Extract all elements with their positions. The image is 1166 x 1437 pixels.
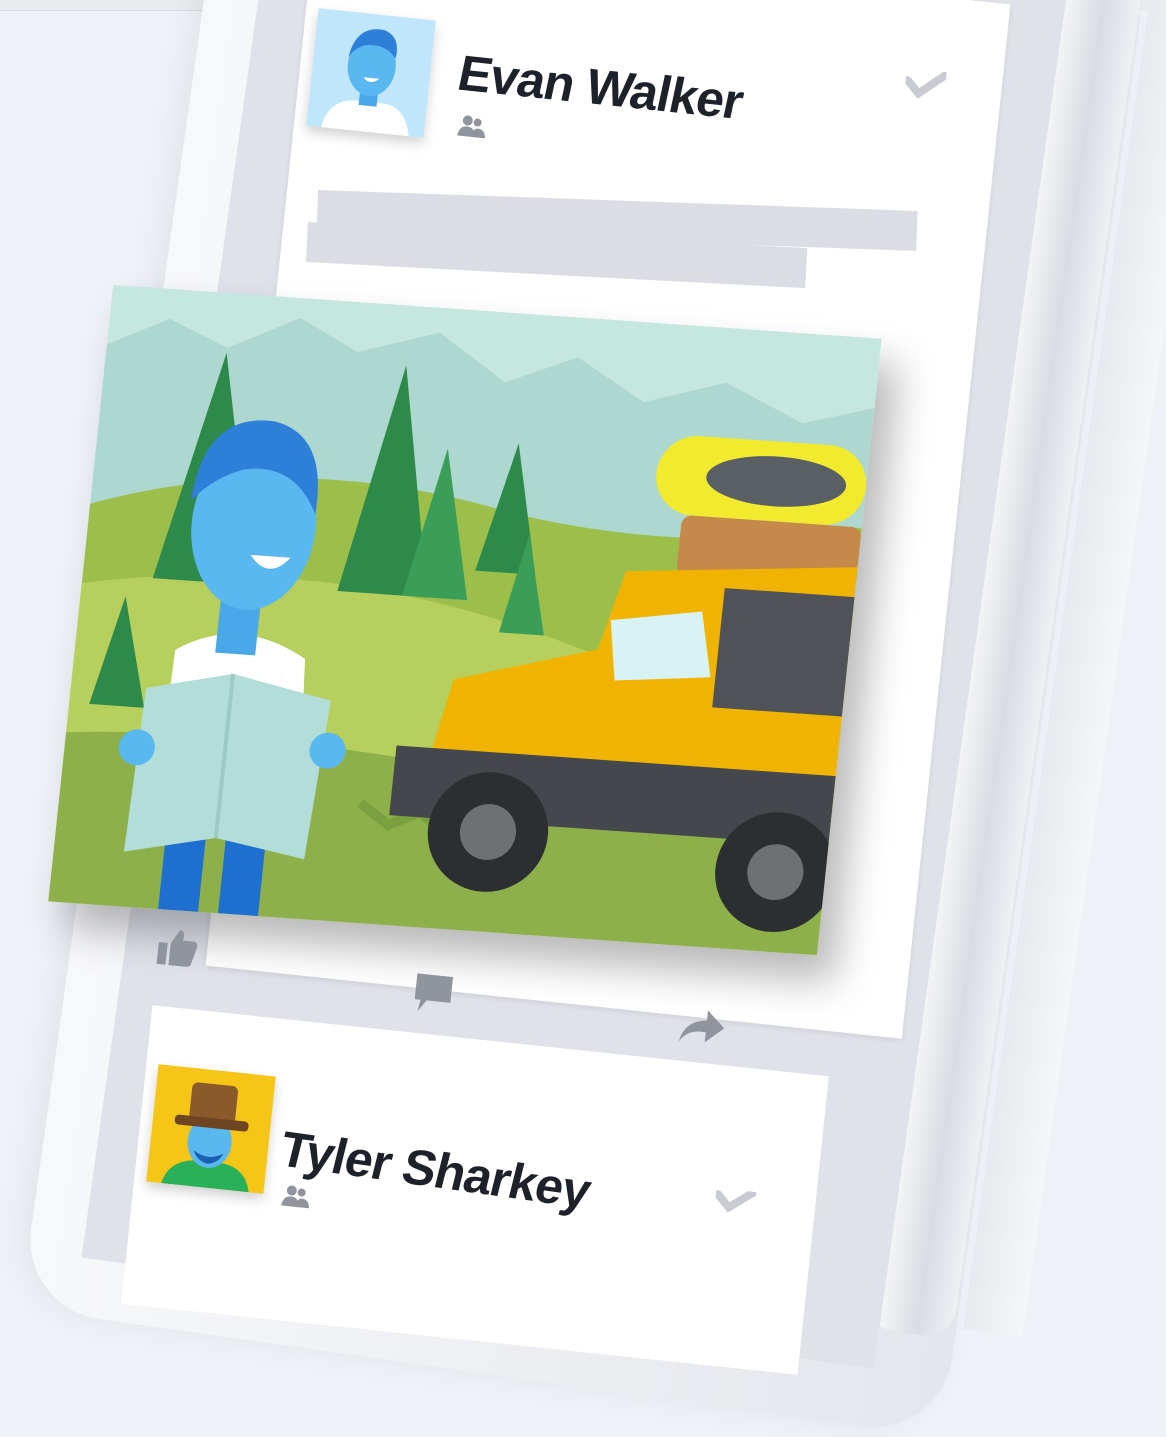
- chevron-down-icon[interactable]: [903, 68, 949, 107]
- post-photo[interactable]: [48, 284, 882, 956]
- share-icon[interactable]: [678, 1008, 726, 1051]
- like-icon[interactable]: [156, 928, 200, 973]
- avatar[interactable]: [306, 8, 436, 138]
- friends-icon: [457, 114, 488, 144]
- friends-icon: [281, 1184, 312, 1214]
- comment-icon[interactable]: [413, 973, 454, 1020]
- avatar[interactable]: [146, 1064, 276, 1194]
- chevron-down-icon[interactable]: [713, 1187, 759, 1221]
